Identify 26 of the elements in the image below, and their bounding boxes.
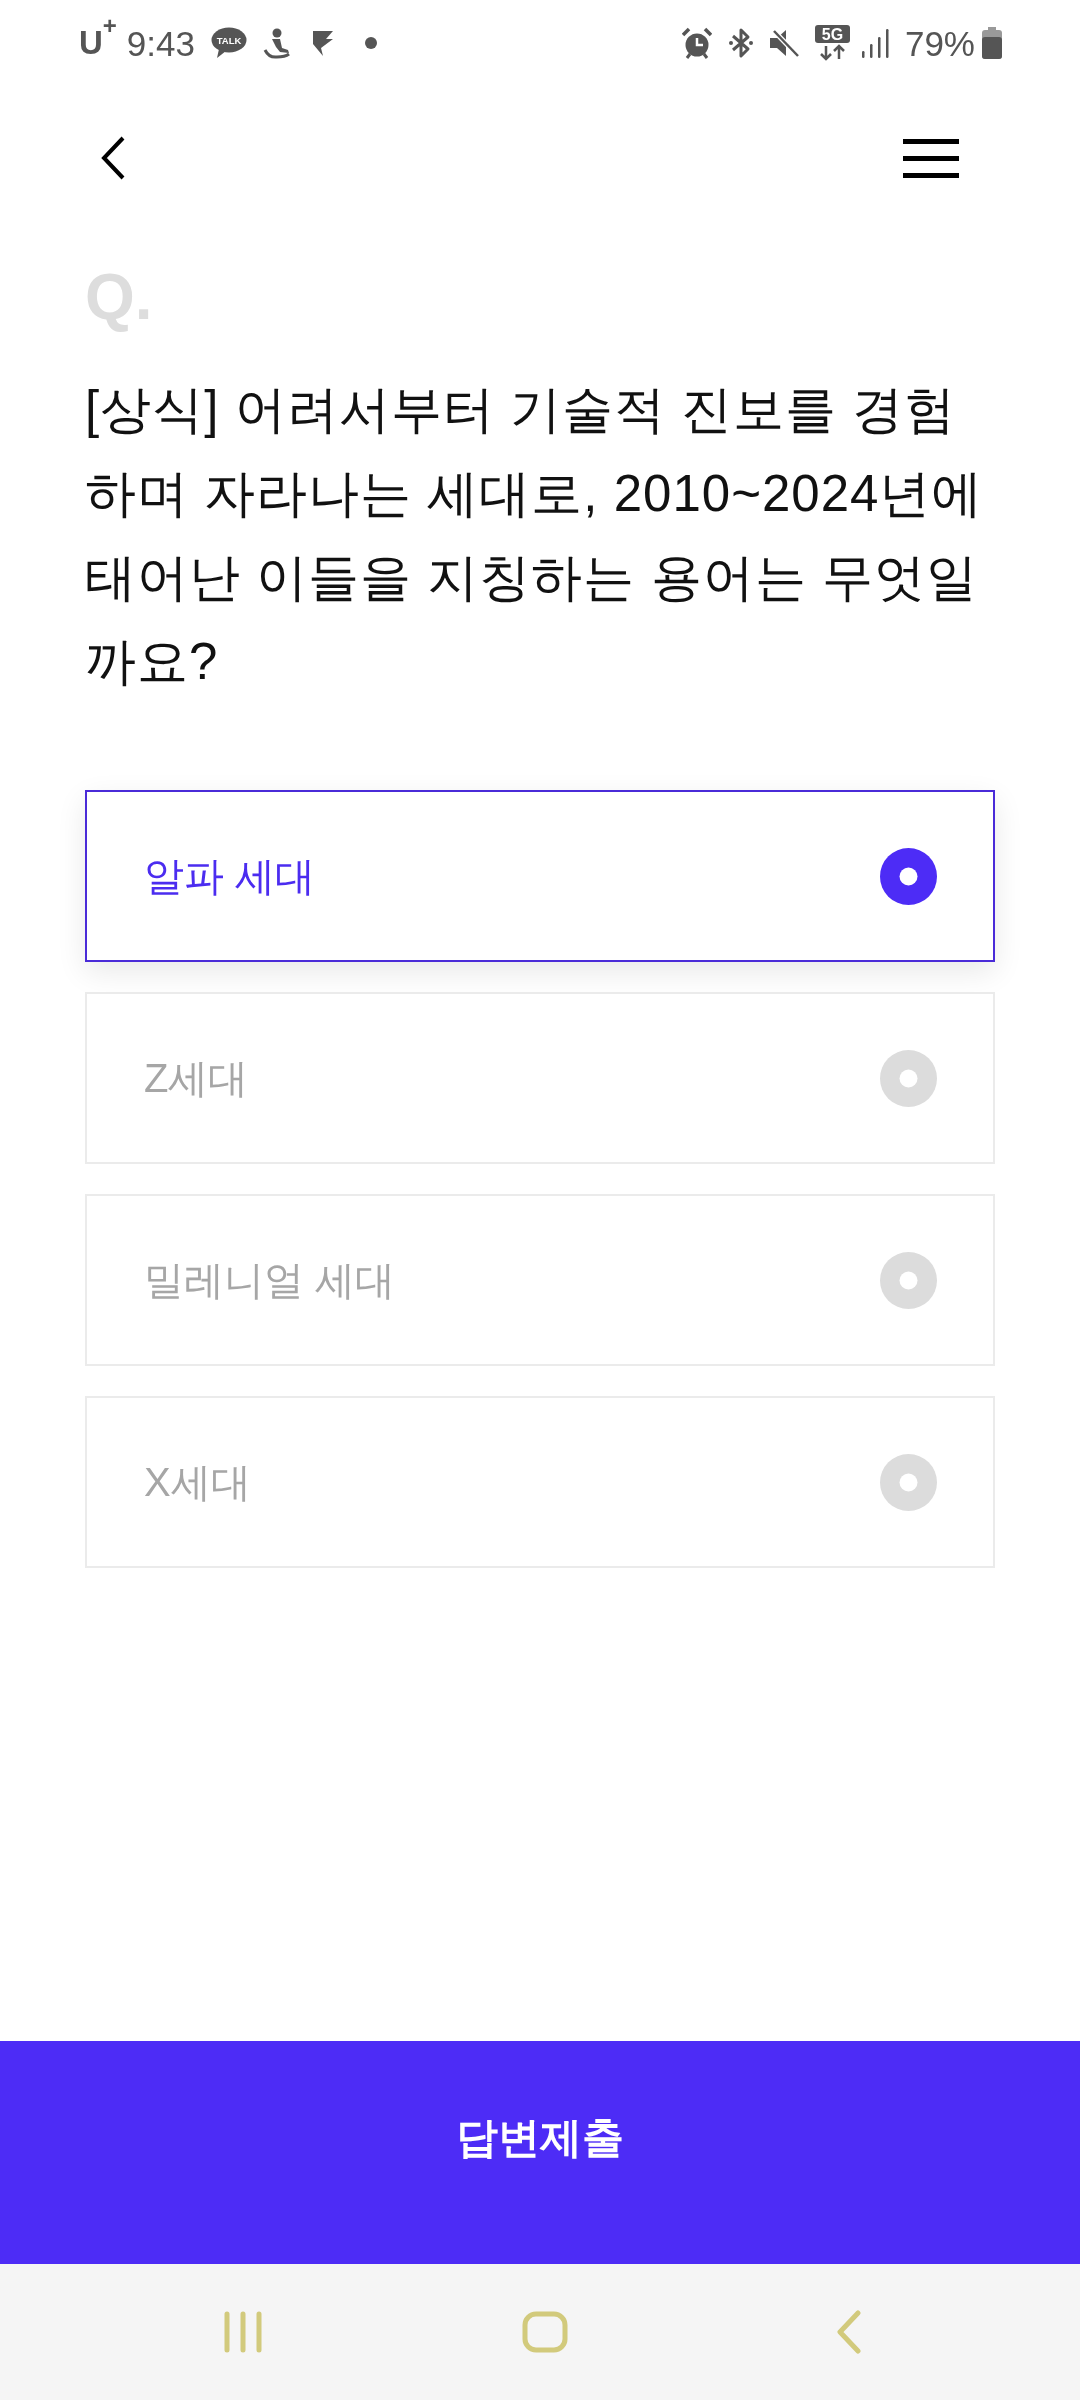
clock-time: 9:43 bbox=[126, 25, 195, 61]
battery-percent: 79% bbox=[904, 25, 975, 61]
signal-icon bbox=[860, 28, 890, 58]
recent-apps-icon[interactable] bbox=[224, 2311, 262, 2353]
radio-icon bbox=[880, 1453, 937, 1511]
dot-icon bbox=[365, 37, 377, 49]
back-icon[interactable] bbox=[100, 136, 126, 180]
back-nav-icon[interactable] bbox=[836, 2310, 862, 2354]
radio-icon bbox=[880, 1251, 937, 1309]
muted-speaker-icon bbox=[768, 28, 800, 58]
answer-option[interactable]: 밀레니얼 세대 bbox=[85, 1194, 995, 1366]
menu-icon[interactable] bbox=[903, 138, 959, 178]
flag-icon bbox=[312, 30, 334, 56]
radio-icon bbox=[880, 847, 937, 905]
answer-option[interactable]: 알파 세대 bbox=[85, 790, 995, 962]
home-icon[interactable] bbox=[522, 2311, 568, 2353]
person-icon bbox=[263, 27, 290, 59]
carrier-label: U$^{+}$ bbox=[79, 21, 117, 63]
alarm-clock-icon bbox=[681, 27, 712, 59]
answer-option[interactable]: Z세대 bbox=[85, 992, 995, 1164]
battery-icon bbox=[981, 27, 1003, 59]
answer-option[interactable]: X세대 bbox=[85, 1396, 995, 1568]
radio-icon bbox=[880, 1049, 937, 1107]
submit-button[interactable]: 답변제출 bbox=[0, 2041, 1080, 2264]
bluetooth-icon bbox=[727, 27, 754, 59]
question-text: [상식] 어려서부터 기술적 진보를 경험하며 자라나는 세대로, 2010~2024년에 태어난 이들을 지칭하는 용어는 무엇일까요? bbox=[85, 380, 985, 692]
